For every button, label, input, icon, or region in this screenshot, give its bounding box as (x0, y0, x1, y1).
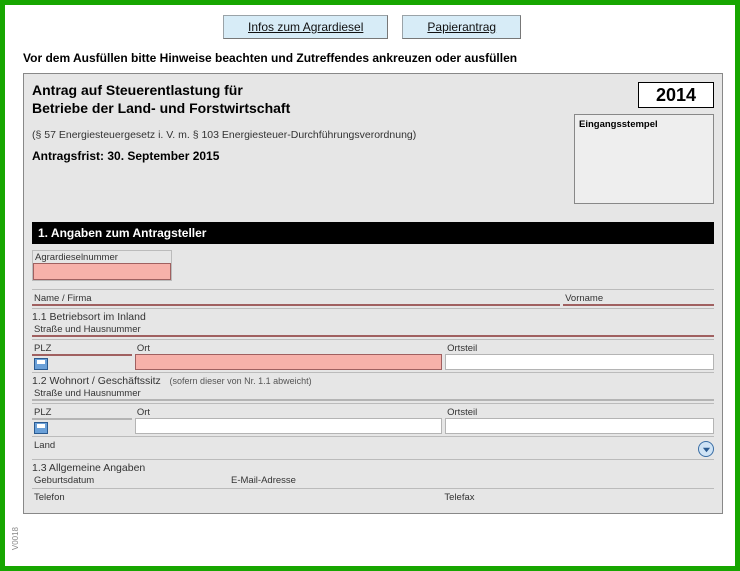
expand-button[interactable] (698, 441, 714, 457)
application-deadline: Antragsfrist: 30. September 2015 (32, 149, 564, 163)
input-land[interactable] (32, 451, 695, 457)
subsection-1-2: 1.2 Wohnort / Geschäftssitz (sofern dies… (32, 372, 714, 387)
label-telefax: Telefax (442, 491, 714, 503)
input-plz-12[interactable] (32, 418, 132, 420)
fill-instruction: Vor dem Ausfüllen bitte Hinweise beachte… (23, 51, 723, 65)
year-box: 2014 (638, 82, 714, 108)
input-vorname[interactable] (563, 304, 714, 306)
input-ort-11[interactable] (135, 354, 442, 370)
input-strasse-12[interactable] (32, 399, 714, 401)
input-ortsteil-12[interactable] (445, 418, 714, 434)
label-telefon: Telefon (32, 491, 439, 503)
label-email: E-Mail-Adresse (229, 474, 714, 486)
label-ortsteil-11: Ortsteil (445, 342, 714, 354)
input-plz-11[interactable] (32, 354, 132, 356)
subsection-1-3: 1.3 Allgemeine Angaben (32, 459, 714, 474)
input-ort-12[interactable] (135, 418, 442, 434)
label-ort-12: Ort (135, 406, 442, 418)
label-plz-11: PLZ (32, 342, 132, 354)
info-agrardiesel-button[interactable]: Infos zum Agrardiesel (223, 15, 388, 39)
save-icon[interactable] (34, 358, 48, 370)
label-vorname: Vorname (563, 292, 714, 304)
input-strasse-11[interactable] (32, 335, 714, 337)
law-reference: (§ 57 Energiesteuergesetz i. V. m. § 103… (32, 129, 564, 141)
label-strasse-12: Straße und Hausnummer (32, 387, 714, 399)
side-form-code: V0018 (11, 527, 20, 550)
label-agrardieselnummer: Agrardieselnummer (33, 251, 171, 263)
label-strasse-11: Straße und Hausnummer (32, 323, 714, 335)
form-title-2: Betriebe der Land- und Forstwirtschaft (32, 100, 564, 118)
form-title-1: Antrag auf Steuerentlastung für (32, 82, 564, 100)
save-icon[interactable] (34, 422, 48, 434)
form-container: Antrag auf Steuerentlastung für Betriebe… (23, 73, 723, 514)
label-ortsteil-12: Ortsteil (445, 406, 714, 418)
papierantrag-button[interactable]: Papierantrag (402, 15, 521, 39)
receipt-stamp-box: Eingangsstempel (574, 114, 714, 204)
subsection-1-1: 1.1 Betriebsort im Inland (32, 308, 714, 323)
label-ort-11: Ort (135, 342, 442, 354)
input-name-firma[interactable] (32, 304, 560, 306)
label-land: Land (32, 439, 695, 451)
input-ortsteil-11[interactable] (445, 354, 714, 370)
section-1-header: 1. Angaben zum Antragsteller (32, 222, 714, 244)
input-agrardieselnummer[interactable] (33, 263, 171, 280)
label-plz-12: PLZ (32, 406, 132, 418)
label-geburtsdatum: Geburtsdatum (32, 474, 226, 486)
label-name-firma: Name / Firma (32, 292, 560, 304)
